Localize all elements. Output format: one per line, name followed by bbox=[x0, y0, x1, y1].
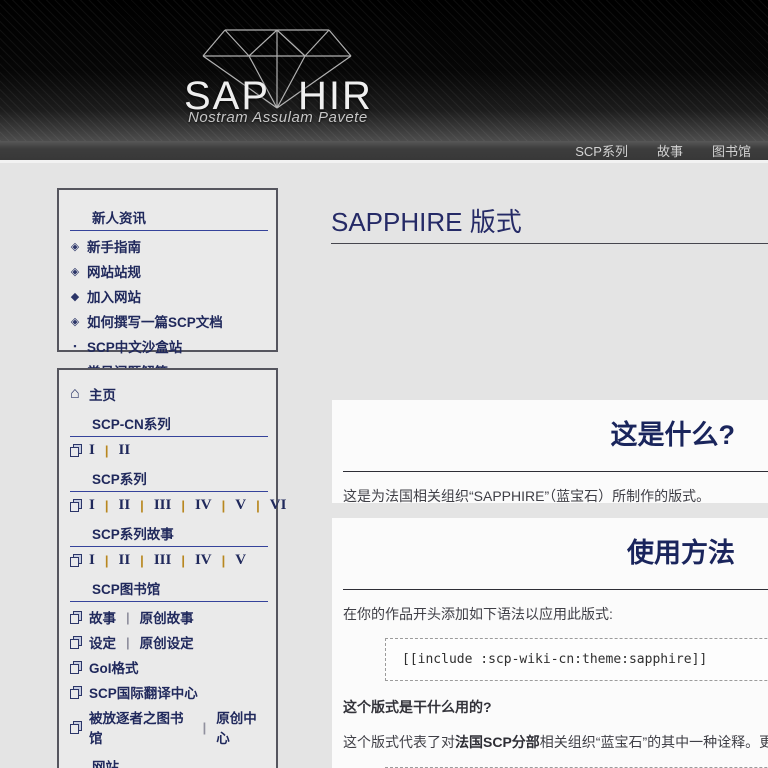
pages-icon bbox=[70, 554, 82, 567]
separator: | bbox=[202, 719, 207, 735]
usage-intro-text: 在你的作品开头添加如下语法以应用此版式: bbox=[343, 606, 613, 622]
diamond-bullet-icon: ◆ bbox=[70, 290, 80, 303]
library-link[interactable]: SCP国际翻译中心 bbox=[89, 682, 198, 702]
diamond-bullet-icon: ◈ bbox=[70, 240, 80, 253]
answer-prefix: 这个版式代表了对 bbox=[343, 734, 455, 750]
section-divider bbox=[343, 471, 768, 472]
series-link[interactable]: V bbox=[235, 552, 246, 569]
separator: | bbox=[256, 498, 260, 513]
sidebar-row-intl-translation[interactable]: SCP国际翻译中心 bbox=[70, 682, 268, 702]
library-link[interactable]: 原创中心 bbox=[216, 707, 268, 747]
nav-item-scp-series[interactable]: SCP系列 bbox=[575, 141, 628, 160]
section-body-text: 这是为法国相关组织“SAPPHIRE”（蓝宝石）所制作的版式。 bbox=[343, 488, 711, 504]
library-link[interactable]: GoI格式 bbox=[89, 657, 139, 677]
series-link[interactable]: VI bbox=[270, 497, 287, 514]
sidebar-newcomers-box: 新人资讯 ◈ 新手指南 ◈ 网站站规 ◆ 加入网站 ◈ 如何撰写一篇SCP文档 … bbox=[57, 188, 278, 380]
pages-icon bbox=[70, 610, 82, 624]
series-link[interactable]: II bbox=[118, 552, 130, 569]
sidebar-row-goi-format[interactable]: GoI格式 bbox=[70, 657, 268, 677]
pages-icon bbox=[70, 635, 82, 649]
sidebar-item-join-site[interactable]: ◆ 加入网站 bbox=[70, 286, 268, 306]
sidebar-section-scp-cn-series: SCP-CN系列 bbox=[70, 413, 268, 437]
sidebar-item-home[interactable]: ⌂ 主页 bbox=[70, 384, 268, 404]
pages-icon bbox=[70, 499, 82, 512]
pages-icon bbox=[70, 720, 82, 734]
site-tagline: Nostram Assulam Pavete bbox=[188, 109, 368, 126]
diamond-bullet-icon: ◈ bbox=[70, 265, 80, 278]
sidebar-section-site: 网站 bbox=[70, 756, 268, 768]
sidebar-item-beginner-guide[interactable]: ◈ 新手指南 bbox=[70, 236, 268, 256]
usage-answer-text: 这个版式代表了对法国SCP分部相关组织“蓝宝石”的其中一种诠释。更多信 bbox=[343, 732, 768, 752]
library-link[interactable]: 故事 bbox=[89, 607, 116, 627]
separator: | bbox=[221, 498, 226, 513]
site-header: SAP HIR Nostram Assulam Pavete bbox=[0, 0, 768, 141]
series-link[interactable]: I bbox=[89, 552, 95, 569]
section-divider bbox=[343, 589, 768, 590]
section-heading: 这是什么? bbox=[610, 420, 736, 450]
browser-viewport: SAP HIR Nostram Assulam Pavete SCP系列 故事 … bbox=[0, 0, 768, 768]
sidebar-item-site-rules[interactable]: ◈ 网站站规 bbox=[70, 261, 268, 281]
separator: | bbox=[181, 553, 185, 568]
series-link[interactable]: I bbox=[89, 442, 95, 459]
sidebar-row-settings: 设定 | 原创设定 bbox=[70, 632, 268, 652]
home-icon: ⌂ bbox=[70, 385, 80, 402]
separator: | bbox=[104, 553, 109, 568]
nav-item-library[interactable]: 图书馆 bbox=[712, 141, 751, 160]
separator: | bbox=[181, 498, 185, 513]
pages-icon bbox=[70, 660, 82, 674]
sidebar-row-scp-cn-series: I | II bbox=[70, 442, 268, 459]
separator: | bbox=[140, 553, 144, 568]
include-code-block: [[include :scp-wiki-cn:theme:sapphire]] bbox=[385, 638, 768, 681]
series-link[interactable]: III bbox=[154, 552, 172, 569]
page-title: SAPPHIRE 版式 bbox=[331, 207, 522, 237]
usage-question-text: 这个版式是干什么用的? bbox=[343, 699, 492, 715]
sidebar-section-scp-tales: SCP系列故事 bbox=[70, 523, 268, 547]
sidebar-item-label: 加入网站 bbox=[87, 290, 141, 305]
sidebar-row-scp-series: I | II | III | IV | V | VI bbox=[70, 497, 286, 514]
separator: | bbox=[140, 498, 144, 513]
separator: | bbox=[104, 498, 109, 513]
sidebar-item-label: 新手指南 bbox=[87, 240, 141, 255]
separator: | bbox=[126, 634, 130, 650]
section-usage: 使用方法 在你的作品开头添加如下语法以应用此版式: [[include :scp… bbox=[332, 518, 768, 768]
sidebar-item-label: 主页 bbox=[89, 388, 116, 403]
series-link[interactable]: IV bbox=[195, 552, 212, 569]
library-link[interactable]: 设定 bbox=[89, 632, 116, 652]
library-link[interactable]: 原创设定 bbox=[140, 632, 194, 652]
pages-icon bbox=[70, 444, 82, 457]
separator: | bbox=[221, 553, 226, 568]
sidebar-row-scp-tales: I | II | III | IV | V bbox=[70, 552, 268, 569]
diamond-bullet-icon: ◈ bbox=[70, 315, 80, 328]
sidebar-row-tales: 故事 | 原创故事 bbox=[70, 607, 268, 627]
answer-suffix: 相关组织“蓝宝石”的其中一种诠释。更多信 bbox=[539, 734, 768, 750]
library-link[interactable]: 被放逐者之图书馆 bbox=[89, 707, 193, 747]
series-link[interactable]: II bbox=[118, 442, 130, 459]
sidebar-item-label: 如何撰写一篇SCP文档 bbox=[87, 315, 223, 330]
separator: | bbox=[126, 609, 130, 625]
top-navbar: SCP系列 故事 图书馆 bbox=[0, 141, 768, 163]
section-heading: 使用方法 bbox=[627, 538, 735, 568]
separator: | bbox=[104, 443, 109, 458]
sidebar-section-scp-series: SCP系列 bbox=[70, 468, 268, 492]
title-divider bbox=[331, 243, 768, 244]
sidebar-main-menu-box: ⌂ 主页 SCP-CN系列 I | II SCP系列 I | II | III … bbox=[57, 368, 286, 768]
sidebar-item-cn-sandbox[interactable]: ▪ SCP中文沙盒站 bbox=[70, 336, 268, 356]
sidebar-section-scp-library: SCP图书馆 bbox=[70, 578, 268, 602]
sidebar-section-newcomers: 新人资讯 bbox=[70, 207, 268, 231]
series-link[interactable]: III bbox=[154, 497, 172, 514]
sidebar-item-label: 网站站规 bbox=[87, 265, 141, 280]
series-link[interactable]: IV bbox=[195, 497, 212, 514]
sidebar-row-wanderers-library: 被放逐者之图书馆 | 原创中心 bbox=[70, 707, 268, 747]
series-link[interactable]: V bbox=[235, 497, 246, 514]
series-link[interactable]: I bbox=[89, 497, 95, 514]
sidebar-item-label: SCP中文沙盒站 bbox=[87, 340, 183, 355]
pages-icon bbox=[70, 685, 82, 699]
sidebar-item-how-to-write-scp[interactable]: ◈ 如何撰写一篇SCP文档 bbox=[70, 311, 268, 331]
nav-item-tales[interactable]: 故事 bbox=[657, 141, 683, 160]
library-link[interactable]: 原创故事 bbox=[140, 607, 194, 627]
section-what-is-this: 这是什么? 这是为法国相关组织“SAPPHIRE”（蓝宝石）所制作的版式。 bbox=[332, 400, 768, 504]
square-bullet-icon: ▪ bbox=[73, 341, 77, 351]
series-link[interactable]: II bbox=[118, 497, 130, 514]
answer-bold: 法国SCP分部 bbox=[455, 734, 540, 750]
